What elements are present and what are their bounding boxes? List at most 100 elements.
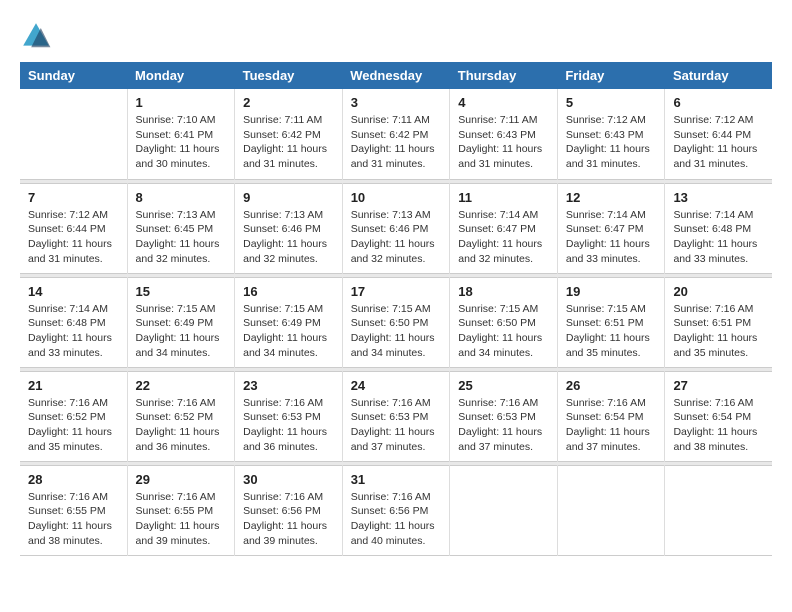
day-cell: 12 Sunrise: 7:14 AM Sunset: 6:47 PM Dayli…: [557, 183, 665, 273]
day-info: Sunrise: 7:12 AM Sunset: 6:43 PM Dayligh…: [566, 113, 657, 172]
logo-icon: [20, 20, 52, 52]
day-cell: 26 Sunrise: 7:16 AM Sunset: 6:54 PM Dayli…: [557, 371, 665, 461]
day-number: 31: [351, 472, 442, 487]
day-cell: 8Sunrise: 7:13 AM Sunset: 6:45 PM Daylig…: [127, 183, 235, 273]
day-info: Sunrise: 7:12 AM Sunset: 6:44 PM Dayligh…: [673, 113, 764, 172]
day-info: Sunrise: 7:14 AM Sunset: 6:47 PM Dayligh…: [566, 208, 657, 267]
day-number: 16: [243, 284, 334, 299]
day-cell: 3 Sunrise: 7:11 AM Sunset: 6:42 PM Daylig…: [342, 89, 450, 179]
day-number: 12: [566, 190, 657, 205]
day-info: Sunrise: 7:16 AM Sunset: 6:55 PM Dayligh…: [136, 490, 227, 549]
col-header-sunday: Sunday: [20, 62, 127, 89]
day-number: 21: [28, 378, 119, 393]
day-info: Sunrise: 7:15 AM Sunset: 6:51 PM Dayligh…: [566, 302, 657, 361]
day-info: Sunrise: 7:14 AM Sunset: 6:48 PM Dayligh…: [673, 208, 764, 267]
day-cell: [557, 465, 665, 555]
day-number: 2: [243, 95, 334, 110]
day-info: Sunrise: 7:16 AM Sunset: 6:52 PM Dayligh…: [28, 396, 119, 455]
day-number: 3: [351, 95, 442, 110]
day-info: Sunrise: 7:16 AM Sunset: 6:54 PM Dayligh…: [566, 396, 657, 455]
day-number: 7: [28, 190, 119, 205]
day-cell: 1Sunrise: 7:10 AM Sunset: 6:41 PM Daylig…: [127, 89, 235, 179]
day-cell: 15 Sunrise: 7:15 AM Sunset: 6:49 PM Dayli…: [127, 277, 235, 367]
day-info: Sunrise: 7:16 AM Sunset: 6:54 PM Dayligh…: [673, 396, 764, 455]
day-number: 11: [458, 190, 549, 205]
day-cell: 13 Sunrise: 7:14 AM Sunset: 6:48 PM Dayli…: [665, 183, 772, 273]
week-row-5: 28 Sunrise: 7:16 AM Sunset: 6:55 PM Dayli…: [20, 465, 772, 555]
day-cell: 17Sunrise: 7:15 AM Sunset: 6:50 PM Dayli…: [342, 277, 450, 367]
day-number: 14: [28, 284, 119, 299]
col-header-saturday: Saturday: [665, 62, 772, 89]
day-number: 30: [243, 472, 334, 487]
day-cell: 2 Sunrise: 7:11 AM Sunset: 6:42 PM Daylig…: [235, 89, 343, 179]
day-cell: 21 Sunrise: 7:16 AM Sunset: 6:52 PM Dayli…: [20, 371, 127, 461]
day-number: 24: [351, 378, 442, 393]
day-cell: 27 Sunrise: 7:16 AM Sunset: 6:54 PM Dayli…: [665, 371, 772, 461]
day-number: 13: [673, 190, 764, 205]
week-row-4: 21 Sunrise: 7:16 AM Sunset: 6:52 PM Dayli…: [20, 371, 772, 461]
day-info: Sunrise: 7:13 AM Sunset: 6:46 PM Dayligh…: [243, 208, 334, 267]
day-info: Sunrise: 7:13 AM Sunset: 6:45 PM Dayligh…: [136, 208, 227, 267]
day-cell: 20Sunrise: 7:16 AM Sunset: 6:51 PM Dayli…: [665, 277, 772, 367]
day-number: 25: [458, 378, 549, 393]
day-cell: [20, 89, 127, 179]
day-cell: 16 Sunrise: 7:15 AM Sunset: 6:49 PM Dayli…: [235, 277, 343, 367]
day-cell: 24 Sunrise: 7:16 AM Sunset: 6:53 PM Dayli…: [342, 371, 450, 461]
day-number: 18: [458, 284, 549, 299]
day-number: 19: [566, 284, 657, 299]
day-number: 29: [136, 472, 227, 487]
day-info: Sunrise: 7:15 AM Sunset: 6:50 PM Dayligh…: [351, 302, 442, 361]
week-row-1: 1Sunrise: 7:10 AM Sunset: 6:41 PM Daylig…: [20, 89, 772, 179]
day-cell: 22 Sunrise: 7:16 AM Sunset: 6:52 PM Dayli…: [127, 371, 235, 461]
day-info: Sunrise: 7:14 AM Sunset: 6:47 PM Dayligh…: [458, 208, 549, 267]
day-number: 10: [351, 190, 442, 205]
col-header-tuesday: Tuesday: [235, 62, 343, 89]
day-number: 15: [136, 284, 227, 299]
day-number: 4: [458, 95, 549, 110]
day-cell: 11 Sunrise: 7:14 AM Sunset: 6:47 PM Dayli…: [450, 183, 558, 273]
day-cell: 7 Sunrise: 7:12 AM Sunset: 6:44 PM Daylig…: [20, 183, 127, 273]
day-cell: 18 Sunrise: 7:15 AM Sunset: 6:50 PM Dayli…: [450, 277, 558, 367]
week-row-2: 7 Sunrise: 7:12 AM Sunset: 6:44 PM Daylig…: [20, 183, 772, 273]
day-cell: 19 Sunrise: 7:15 AM Sunset: 6:51 PM Dayli…: [557, 277, 665, 367]
day-number: 26: [566, 378, 657, 393]
day-info: Sunrise: 7:12 AM Sunset: 6:44 PM Dayligh…: [28, 208, 119, 267]
day-cell: 30 Sunrise: 7:16 AM Sunset: 6:56 PM Dayli…: [235, 465, 343, 555]
col-header-thursday: Thursday: [450, 62, 558, 89]
logo: [20, 20, 56, 52]
col-header-monday: Monday: [127, 62, 235, 89]
day-info: Sunrise: 7:15 AM Sunset: 6:49 PM Dayligh…: [243, 302, 334, 361]
day-info: Sunrise: 7:15 AM Sunset: 6:50 PM Dayligh…: [458, 302, 549, 361]
day-cell: 31Sunrise: 7:16 AM Sunset: 6:56 PM Dayli…: [342, 465, 450, 555]
day-info: Sunrise: 7:16 AM Sunset: 6:53 PM Dayligh…: [458, 396, 549, 455]
calendar-table: SundayMondayTuesdayWednesdayThursdayFrid…: [20, 62, 772, 556]
day-info: Sunrise: 7:11 AM Sunset: 6:42 PM Dayligh…: [243, 113, 334, 172]
day-info: Sunrise: 7:13 AM Sunset: 6:46 PM Dayligh…: [351, 208, 442, 267]
day-cell: 4 Sunrise: 7:11 AM Sunset: 6:43 PM Daylig…: [450, 89, 558, 179]
day-cell: 28 Sunrise: 7:16 AM Sunset: 6:55 PM Dayli…: [20, 465, 127, 555]
day-number: 28: [28, 472, 119, 487]
day-info: Sunrise: 7:16 AM Sunset: 6:53 PM Dayligh…: [351, 396, 442, 455]
day-number: 5: [566, 95, 657, 110]
day-cell: 6 Sunrise: 7:12 AM Sunset: 6:44 PM Daylig…: [665, 89, 772, 179]
day-cell: [450, 465, 558, 555]
day-number: 27: [673, 378, 764, 393]
day-number: 6: [673, 95, 764, 110]
day-info: Sunrise: 7:16 AM Sunset: 6:55 PM Dayligh…: [28, 490, 119, 549]
day-cell: 23Sunrise: 7:16 AM Sunset: 6:53 PM Dayli…: [235, 371, 343, 461]
day-info: Sunrise: 7:16 AM Sunset: 6:56 PM Dayligh…: [243, 490, 334, 549]
day-number: 9: [243, 190, 334, 205]
day-cell: [665, 465, 772, 555]
week-row-3: 14 Sunrise: 7:14 AM Sunset: 6:48 PM Dayli…: [20, 277, 772, 367]
day-cell: 29 Sunrise: 7:16 AM Sunset: 6:55 PM Dayli…: [127, 465, 235, 555]
day-info: Sunrise: 7:11 AM Sunset: 6:42 PM Dayligh…: [351, 113, 442, 172]
day-cell: 5 Sunrise: 7:12 AM Sunset: 6:43 PM Daylig…: [557, 89, 665, 179]
day-info: Sunrise: 7:14 AM Sunset: 6:48 PM Dayligh…: [28, 302, 119, 361]
day-info: Sunrise: 7:15 AM Sunset: 6:49 PM Dayligh…: [136, 302, 227, 361]
page-header: [20, 20, 772, 52]
day-number: 22: [136, 378, 227, 393]
day-cell: 25 Sunrise: 7:16 AM Sunset: 6:53 PM Dayli…: [450, 371, 558, 461]
col-header-wednesday: Wednesday: [342, 62, 450, 89]
day-info: Sunrise: 7:11 AM Sunset: 6:43 PM Dayligh…: [458, 113, 549, 172]
day-info: Sunrise: 7:16 AM Sunset: 6:52 PM Dayligh…: [136, 396, 227, 455]
